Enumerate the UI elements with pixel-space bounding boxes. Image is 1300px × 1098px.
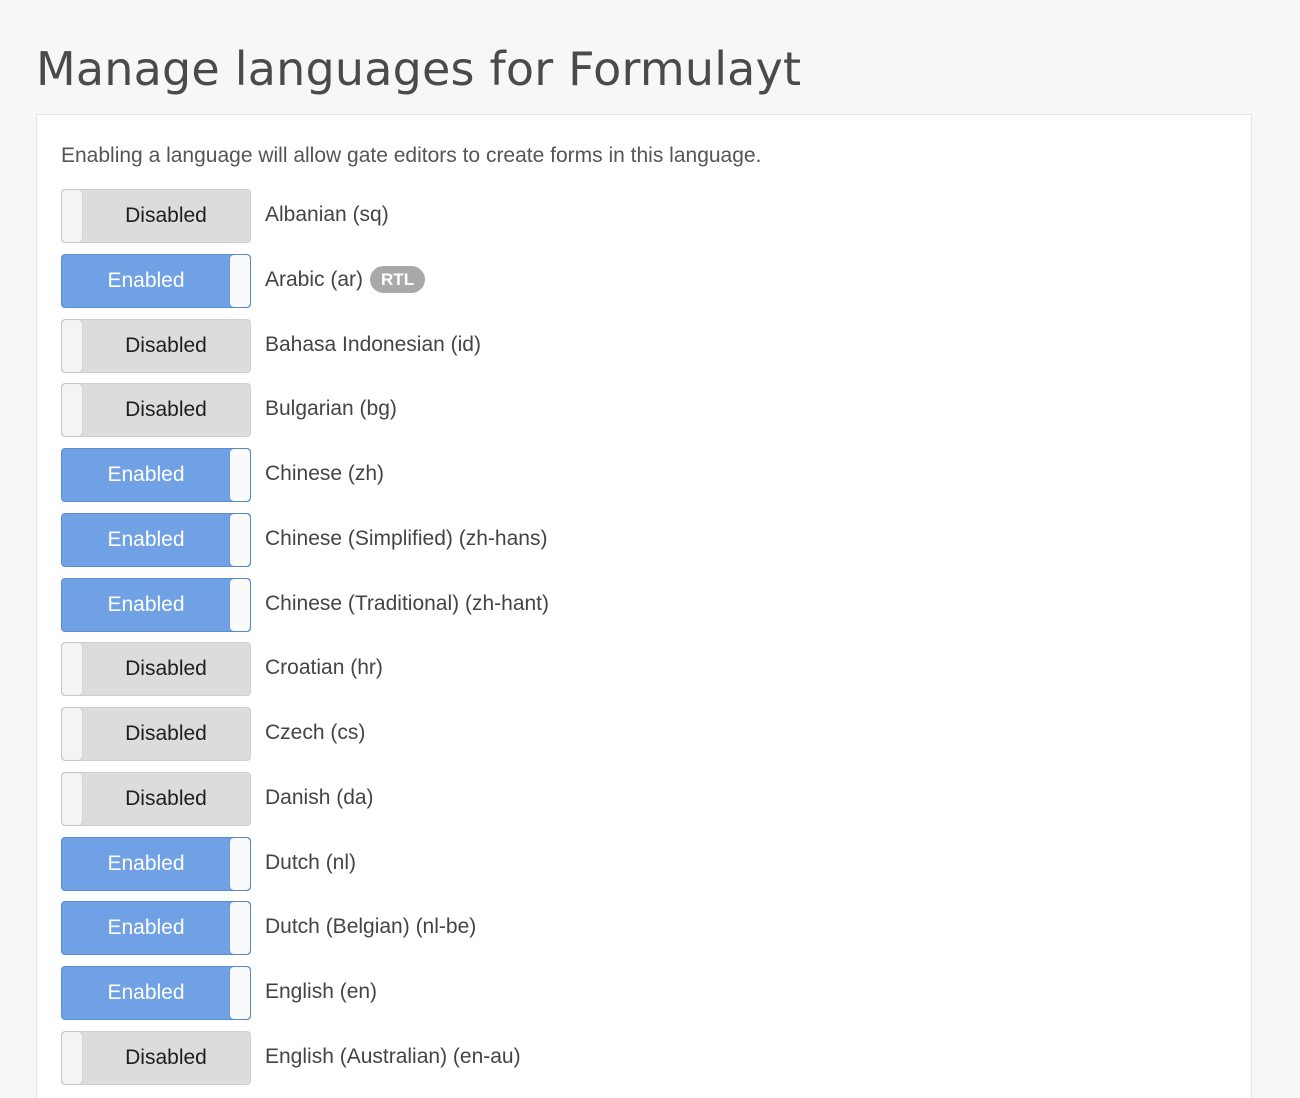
- language-label: Bahasa Indonesian (id): [265, 332, 481, 356]
- language-name: Bahasa Indonesian (id): [265, 319, 481, 371]
- language-label: Dutch (nl): [265, 850, 357, 874]
- toggle-knob[interactable]: [230, 967, 250, 1019]
- language-label: English (Australian) (en-au): [265, 1044, 521, 1068]
- language-toggle[interactable]: Enabled: [61, 836, 251, 891]
- toggle-state-label: Enabled: [107, 592, 185, 616]
- intro-text: Enabling a language will allow gate edit…: [61, 144, 762, 167]
- language-row: Disabled Danish (da): [61, 771, 549, 837]
- language-label: Czech (cs): [265, 721, 366, 744]
- toggle-state-label: Disabled: [125, 1045, 207, 1069]
- toggle-state-label: Disabled: [125, 398, 207, 422]
- language-toggle[interactable]: Disabled: [61, 383, 251, 438]
- language-name: Chinese (Simplified) (zh-hans): [265, 513, 547, 565]
- language-row: Disabled Albanian (sq): [61, 189, 549, 254]
- language-row: Enabled English (en): [61, 966, 549, 1031]
- toggle-state-label: Enabled: [107, 268, 185, 292]
- toggle-state-label: Enabled: [107, 463, 185, 486]
- languages-panel: Enabling a language will allow gate edit…: [36, 114, 1252, 1098]
- toggle-state-label: Enabled: [107, 916, 185, 940]
- toggle-knob[interactable]: [62, 384, 82, 437]
- rtl-badge: RTL: [370, 266, 426, 294]
- language-name: Chinese (zh): [265, 448, 384, 500]
- language-row: Enabled Chinese (zh): [61, 448, 549, 513]
- language-toggle[interactable]: Disabled: [61, 318, 251, 373]
- language-name: Dutch (Belgian) (nl-be): [265, 901, 476, 953]
- language-label: Croatian (hr): [265, 656, 383, 680]
- toggle-state-label: Enabled: [107, 527, 185, 551]
- toggle-state-label: Enabled: [107, 981, 185, 1004]
- language-row: Enabled Dutch (Belgian) (nl-be): [61, 901, 549, 966]
- language-row: Disabled Czech (cs): [61, 707, 549, 772]
- language-row: Disabled Bahasa Indonesian (id): [61, 318, 549, 384]
- toggle-state-label: Disabled: [125, 333, 207, 357]
- language-toggle[interactable]: Enabled: [61, 966, 251, 1020]
- language-name: English (en): [265, 966, 377, 1018]
- toggle-knob[interactable]: [62, 643, 82, 696]
- language-row: Disabled English (Australian) (en-au): [61, 1030, 549, 1096]
- language-toggle[interactable]: Disabled: [61, 707, 251, 761]
- page-title: Manage languages for Formulayt: [36, 42, 802, 96]
- toggle-knob[interactable]: [62, 190, 82, 242]
- language-toggle[interactable]: Disabled: [61, 189, 251, 243]
- language-row: Disabled Croatian (hr): [61, 642, 549, 707]
- language-toggle[interactable]: Disabled: [61, 1030, 251, 1085]
- language-name: Danish (da): [265, 772, 374, 824]
- language-toggle[interactable]: Enabled: [61, 253, 251, 308]
- toggle-state-label: Disabled: [125, 657, 207, 681]
- toggle-knob[interactable]: [62, 1031, 82, 1084]
- language-toggle[interactable]: Disabled: [61, 642, 251, 697]
- language-label: Chinese (zh): [265, 462, 385, 485]
- language-row: Disabled Bulgarian (bg): [61, 383, 549, 448]
- toggle-knob[interactable]: [230, 513, 250, 566]
- toggle-knob[interactable]: [230, 449, 250, 501]
- language-name: Dutch (nl): [265, 837, 356, 889]
- toggle-knob[interactable]: [62, 319, 82, 372]
- language-list: Disabled Albanian (sq) Enabled Arabic (ar) R…: [61, 189, 549, 1096]
- toggle-state-label: Disabled: [125, 722, 207, 745]
- toggle-knob[interactable]: [62, 708, 82, 760]
- toggle-knob[interactable]: [230, 578, 250, 631]
- language-toggle[interactable]: Enabled: [61, 448, 251, 502]
- language-label: Dutch (Belgian) (nl-be): [265, 915, 477, 939]
- language-label: English (en): [265, 980, 378, 1003]
- language-name: Arabic (ar) RTL: [265, 254, 426, 306]
- language-label: Chinese (Simplified) (zh-hans): [265, 526, 548, 550]
- toggle-knob[interactable]: [230, 837, 250, 890]
- toggle-knob[interactable]: [230, 902, 250, 955]
- language-row: Enabled Chinese (Traditional) (zh-hant): [61, 577, 549, 643]
- language-label: Chinese (Traditional) (zh-hant): [265, 591, 550, 615]
- language-name: English (Australian) (en-au): [265, 1031, 521, 1083]
- language-name: Czech (cs): [265, 707, 365, 759]
- page: Manage languages for Formulayt Enabling …: [0, 0, 1300, 1098]
- language-toggle[interactable]: Disabled: [61, 771, 251, 826]
- language-label: Bulgarian (bg): [265, 397, 397, 421]
- language-toggle[interactable]: Enabled: [61, 901, 251, 956]
- language-row: Enabled Dutch (nl): [61, 836, 549, 902]
- language-name: Bulgarian (bg): [265, 383, 397, 435]
- language-toggle[interactable]: Enabled: [61, 577, 251, 632]
- language-label: Danish (da): [265, 785, 374, 809]
- language-row: Enabled Arabic (ar) RTL: [61, 253, 549, 319]
- language-label: Arabic (ar): [265, 267, 364, 291]
- language-row: Enabled Chinese (Simplified) (zh-hans): [61, 512, 549, 578]
- toggle-state-label: Disabled: [125, 204, 207, 227]
- language-name: Albanian (sq): [265, 189, 389, 241]
- language-label: Albanian (sq): [265, 203, 389, 226]
- language-name: Chinese (Traditional) (zh-hant): [265, 578, 549, 630]
- toggle-knob[interactable]: [230, 254, 250, 307]
- toggle-state-label: Enabled: [107, 851, 185, 875]
- language-name: Croatian (hr): [265, 642, 383, 694]
- toggle-knob[interactable]: [62, 772, 82, 825]
- toggle-state-label: Disabled: [125, 786, 207, 810]
- language-toggle[interactable]: Enabled: [61, 512, 251, 567]
